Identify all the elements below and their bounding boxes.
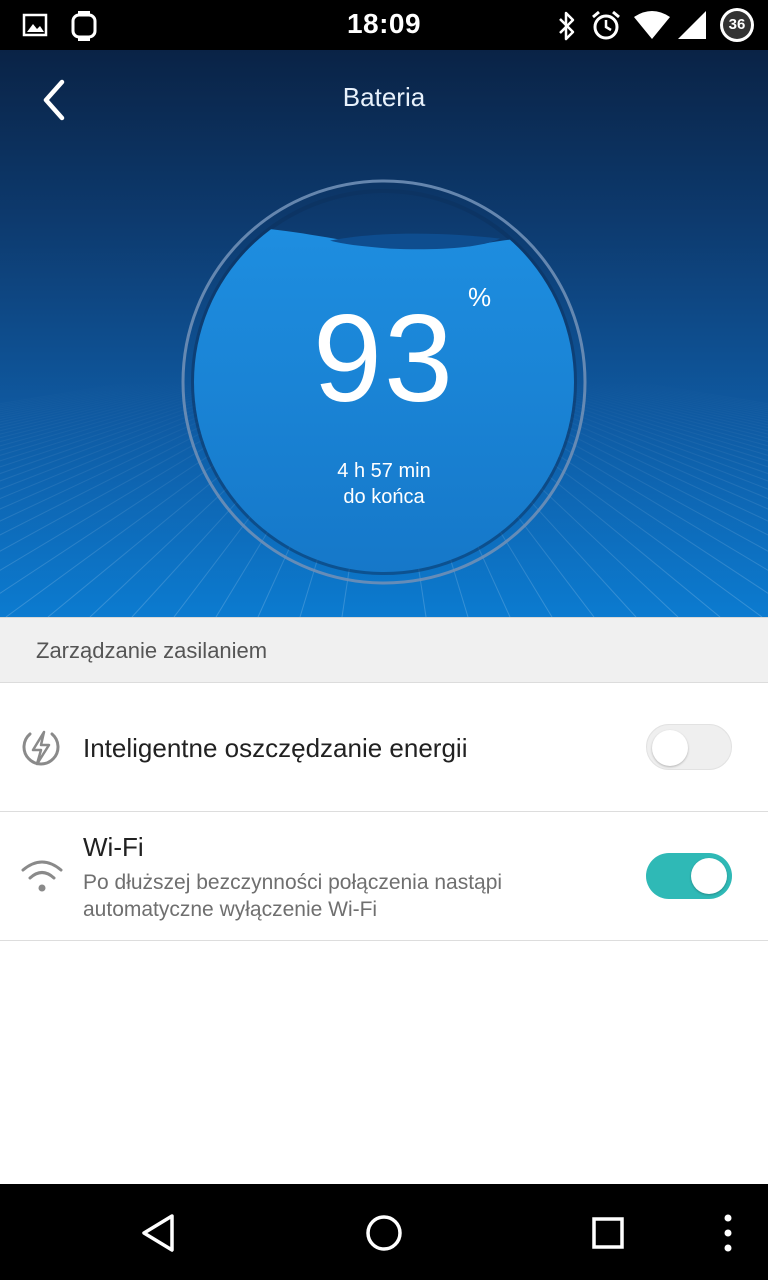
wifi-toggle[interactable]: [646, 853, 732, 899]
setting-title: Wi-Fi: [83, 832, 144, 862]
setting-description: Po dłuższej bezczynności połączenia nast…: [83, 871, 503, 921]
cell-signal-icon: [678, 11, 706, 39]
battery-level-text: 36: [723, 11, 751, 39]
alarm-icon: [592, 10, 620, 40]
section-header: Zarządzanie zasilaniem: [0, 617, 768, 683]
page-title: Bateria: [342, 82, 426, 112]
battery-percent: 93: [313, 290, 455, 428]
setting-row-wifi[interactable]: Wi-Fi Po dłuższej bezczynności połączeni…: [0, 812, 768, 941]
status-bar: 18:09 36: [0, 0, 768, 50]
toggle-knob: [652, 730, 688, 766]
recents-square-icon[interactable]: [583, 1208, 633, 1258]
battery-icon: 36: [720, 8, 754, 42]
time-remaining-suffix: do końca: [343, 486, 425, 508]
toggle-knob: [691, 858, 727, 894]
setting-row-smart-power-saving[interactable]: Inteligentne oszczędzanie energii: [0, 683, 768, 812]
battery-hero: Bateria 93 % 4 h 57 min do końca: [0, 50, 768, 617]
smart-power-saving-toggle[interactable]: [646, 724, 732, 770]
wifi-icon: [21, 860, 63, 892]
battery-screen: 18:09 36 Bateria 93 % 4 h 57 min do końc…: [0, 0, 768, 1280]
percent-sign: %: [468, 282, 492, 312]
time-remaining: 4 h 57 min do końca: [0, 458, 768, 510]
back-triangle-icon[interactable]: [134, 1208, 184, 1258]
overflow-menu-icon[interactable]: [703, 1208, 753, 1258]
power-save-icon: [22, 730, 60, 766]
setting-title: Inteligentne oszczędzanie energii: [83, 733, 468, 763]
time-remaining-value: 4 h 57 min: [337, 460, 431, 482]
home-circle-icon[interactable]: [359, 1208, 409, 1258]
wifi-signal-icon: [634, 11, 670, 39]
navigation-bar: [0, 1184, 768, 1280]
bluetooth-icon: [559, 11, 575, 41]
section-title: Zarządzanie zasilaniem: [36, 638, 268, 663]
